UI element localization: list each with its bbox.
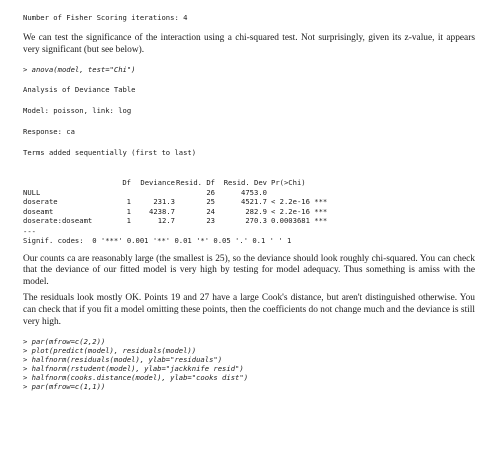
interaction-test-paragraph: We can test the significance of the inte…: [23, 33, 475, 55]
anova-title: Analysis of Deviance Table: [23, 85, 136, 95]
table-cell-df: 1: [126, 216, 131, 226]
table-cell-resid-df: 25: [206, 197, 215, 207]
table-cell-deviance: 4238.7: [149, 206, 175, 216]
r-command-line: > par(mfrow=c(2,2)): [23, 337, 106, 347]
table-cell-deviance: [131, 188, 175, 198]
table-cell-term: NULL: [23, 187, 41, 197]
r-command-line: > halfnorm(residuals(model), ylab="resid…: [23, 355, 223, 365]
table-cell-resid-dev: 4521.7: [241, 197, 267, 207]
table-cell-resid-df: 23: [206, 216, 215, 226]
table-cell-deviance: 231.3: [153, 197, 175, 207]
table-cell-resid-dev: 4753.0: [241, 187, 267, 197]
table-cell-df: 1: [126, 197, 131, 207]
table-cell-resid-df: 26: [206, 187, 215, 197]
r-command-block: > par(mfrow=c(2,2)) > plot(predict(model…: [23, 337, 475, 391]
fisher-iterations-line: Number of Fisher Scoring iterations: 4: [23, 13, 188, 22]
deviance-table: Df Deviance Resid. Df Resid. Dev Pr(>Chi…: [23, 178, 475, 226]
table-header-pvalue: Pr(>Chi): [271, 178, 306, 188]
r-command-line: > plot(predict(model), residuals(model)): [23, 346, 197, 356]
r-command-line: > par(mfrow=c(1,1)): [23, 382, 106, 392]
table-cell-pvalue: [267, 188, 327, 198]
response-line: Response: ca: [23, 127, 75, 137]
table-header-term: [23, 178, 103, 188]
table-cell-pvalue: < 2.2e-16 ***: [271, 197, 328, 207]
table-separator: ---: [23, 226, 36, 236]
r-command-line: > halfnorm(cooks.distance(model), ylab="…: [23, 373, 249, 383]
model-line: Model: poisson, link: log: [23, 106, 132, 116]
signif-codes-line: Signif. codes: 0 '***' 0.001 '**' 0.01 '…: [23, 235, 292, 245]
table-cell-df: 1: [126, 206, 131, 216]
table-cell-deviance: 12.7: [157, 216, 175, 226]
table-cell-resid-dev: 282.9: [245, 206, 267, 216]
table-header-resid-dev: Resid. Dev: [223, 178, 267, 188]
table-cell-term: doserate: [23, 197, 58, 207]
table-cell-term: doserate:doseamt: [23, 216, 93, 226]
table-header-resid-df: Resid. Df: [176, 178, 215, 188]
table-cell-pvalue: < 2.2e-16 ***: [271, 206, 328, 216]
deviance-paragraph: Our counts ca are reasonably large (the …: [23, 253, 475, 287]
table-cell-resid-dev: 270.3: [245, 216, 267, 226]
table-cell-resid-df: 24: [206, 206, 215, 216]
anova-command: > anova(model, test="Chi"): [23, 65, 136, 75]
table-cell-pvalue: 0.0003681 ***: [271, 216, 328, 226]
terms-line: Terms added sequentially (first to last): [23, 148, 197, 158]
table-header-df: Df: [122, 178, 131, 188]
r-command-line: > halfnorm(rstudent(model), ylab="jackkn…: [23, 364, 244, 374]
document-page: Number of Fisher Scoring iterations: 4 W…: [23, 13, 475, 391]
table-header-deviance: Deviance: [140, 178, 175, 188]
table-cell-df: [103, 188, 131, 198]
residuals-paragraph: The residuals look mostly OK. Points 19 …: [23, 293, 475, 327]
table-cell-term: doseamt: [23, 206, 54, 216]
